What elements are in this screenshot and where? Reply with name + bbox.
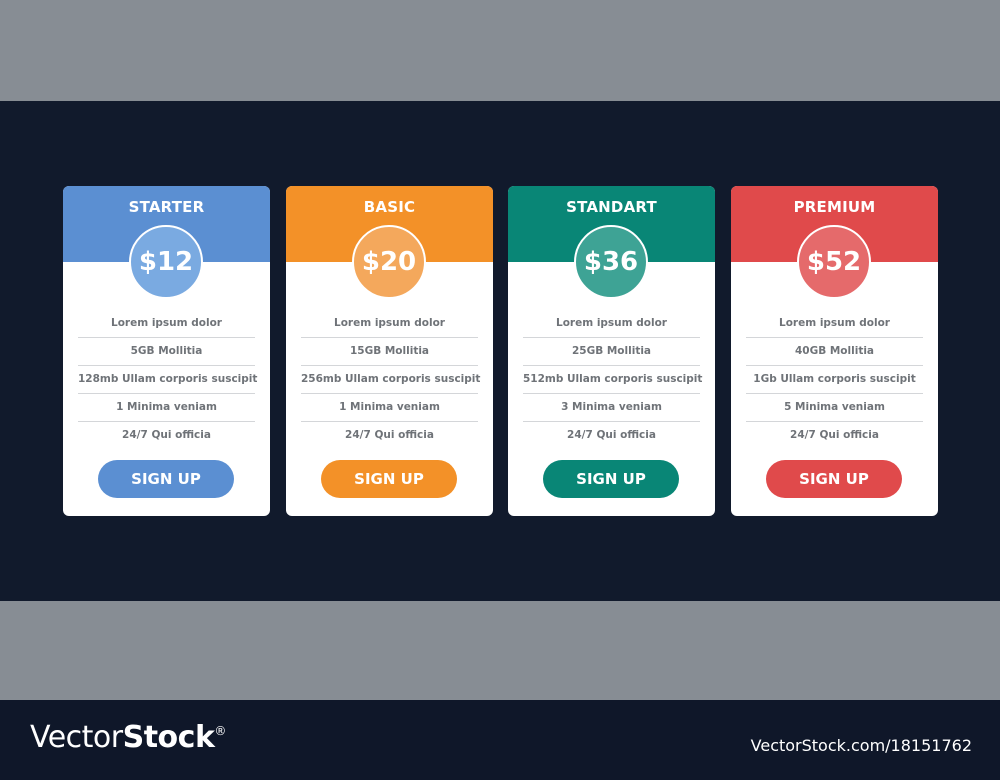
logo-text-light: Vector — [30, 720, 123, 755]
plan-name: STANDART — [566, 198, 657, 216]
feature-item: Lorem ipsum dolor — [301, 310, 478, 338]
feature-item: 1 Minima veniam — [78, 394, 255, 422]
price-badge: $20 — [352, 225, 426, 299]
image-id-text: VectorStock.com/18151762 — [750, 736, 972, 755]
sign-up-button[interactable]: SIGN UP — [543, 460, 679, 498]
feature-item: 15GB Mollitia — [301, 338, 478, 366]
footer-bar: VectorStock® VectorStock.com/18151762 — [0, 700, 1000, 780]
feature-item: 40GB Mollitia — [746, 338, 923, 366]
plan-name: STARTER — [128, 198, 205, 216]
feature-list: Lorem ipsum dolor 15GB Mollitia 256mb Ul… — [301, 310, 480, 449]
feature-item: Lorem ipsum dolor — [746, 310, 923, 338]
feature-item: 24/7 Qui officia — [567, 429, 656, 441]
price-badge: $36 — [574, 225, 648, 299]
feature-item: 24/7 Qui officia — [122, 429, 211, 441]
registered-mark: ® — [214, 724, 226, 738]
sign-up-button[interactable]: SIGN UP — [766, 460, 902, 498]
feature-item: 3 Minima veniam — [523, 394, 700, 422]
feature-item: 1 Minima veniam — [301, 394, 478, 422]
feature-item: 128mb Ullam corporis suscipit — [78, 366, 257, 394]
pricing-card-standart: STANDART $36 Lorem ipsum dolor 25GB Moll… — [508, 186, 715, 516]
feature-item: Lorem ipsum dolor — [523, 310, 700, 338]
feature-list: Lorem ipsum dolor 25GB Mollitia 512mb Ul… — [523, 310, 702, 449]
feature-list: Lorem ipsum dolor 40GB Mollitia 1Gb Ulla… — [746, 310, 923, 449]
pricing-card-starter: STARTER $12 Lorem ipsum dolor 5GB Mollit… — [63, 186, 270, 516]
logo-text-bold: Stock — [122, 720, 215, 755]
plan-name: BASIC — [363, 198, 416, 216]
feature-item: 5 Minima veniam — [746, 394, 923, 422]
feature-list: Lorem ipsum dolor 5GB Mollitia 128mb Ull… — [78, 310, 257, 449]
feature-item: Lorem ipsum dolor — [78, 310, 255, 338]
vectorstock-logo: VectorStock® — [30, 720, 226, 755]
sign-up-button[interactable]: SIGN UP — [321, 460, 457, 498]
pricing-card-basic: BASIC $20 Lorem ipsum dolor 15GB Molliti… — [286, 186, 493, 516]
plan-name: PREMIUM — [793, 198, 876, 216]
price-badge: $12 — [129, 225, 203, 299]
feature-item: 24/7 Qui officia — [345, 429, 434, 441]
price-badge: $52 — [797, 225, 871, 299]
pricing-card-premium: PREMIUM $52 Lorem ipsum dolor 40GB Molli… — [731, 186, 938, 516]
sign-up-button[interactable]: SIGN UP — [98, 460, 234, 498]
feature-item: 512mb Ullam corporis suscipit — [523, 366, 702, 394]
feature-item: 25GB Mollitia — [523, 338, 700, 366]
feature-item: 24/7 Qui officia — [790, 429, 879, 441]
feature-item: 5GB Mollitia — [78, 338, 255, 366]
feature-item: 256mb Ullam corporis suscipit — [301, 366, 480, 394]
feature-item: 1Gb Ullam corporis suscipit — [746, 366, 923, 394]
